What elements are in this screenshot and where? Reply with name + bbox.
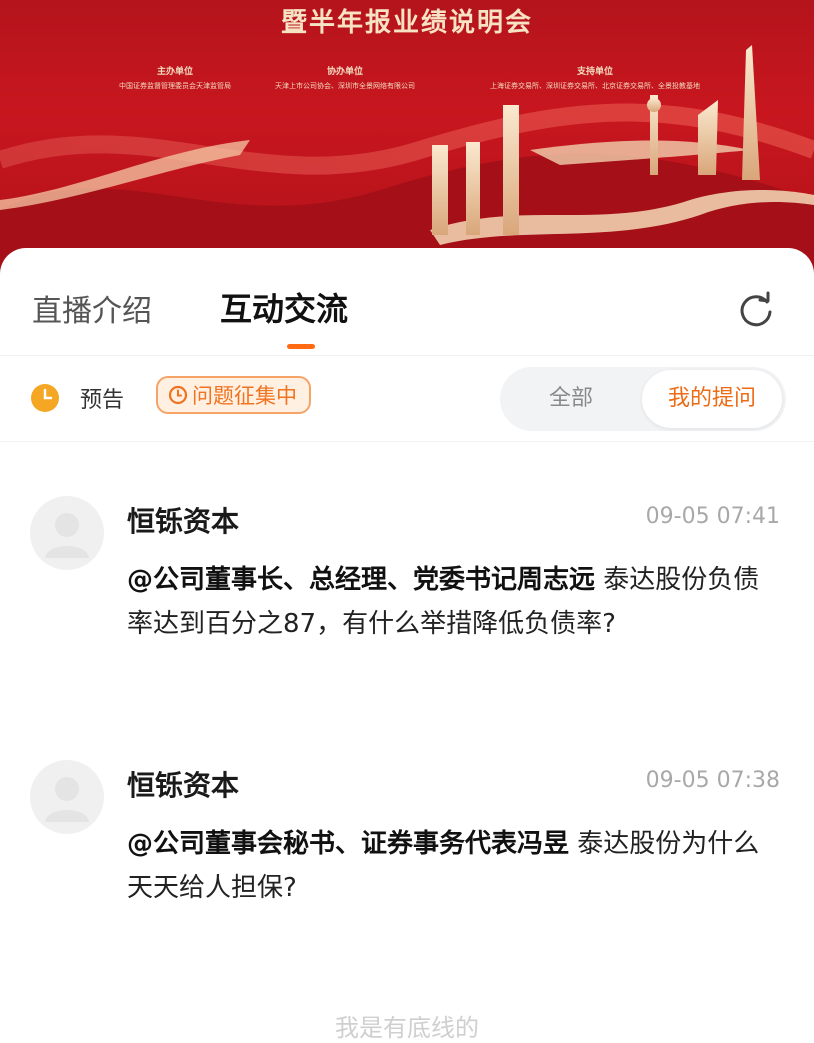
active-tab-indicator <box>287 344 315 349</box>
organizer-names: 中国证券监督管理委员会天津监管局 <box>119 82 231 90</box>
organizer-role: 支持单位 <box>576 67 613 77</box>
user-avatar-icon <box>45 777 89 822</box>
event-banner: 暨半年报业绩说明会 主办单位 中国证券监督管理委员会天津监管局 协办单位 天津上… <box>0 0 814 280</box>
status-row: 预告 问题征集中 全部 我的提问 <box>0 356 814 442</box>
refresh-icon[interactable] <box>736 290 776 330</box>
organizer-names: 上海证券交易所、深圳证券交易所、北京证券交易所、全景投教基地 <box>490 82 700 90</box>
message-body: @公司董事会秘书、证券事务代表冯昱 泰达股份为什么天天给人担保? <box>127 822 767 910</box>
message-author: 恒铄资本 <box>127 505 240 538</box>
avatar <box>30 496 104 570</box>
content-card: 直播介绍 互动交流 预告 问题征集中 全部 我的提问 恒铄资本 09-05 07… <box>0 248 814 1042</box>
message-mention[interactable]: @公司董事会秘书、证券事务代表冯昱 <box>127 829 569 859</box>
status-badge: 问题征集中 <box>156 376 311 414</box>
avatar <box>30 760 104 834</box>
clock-icon <box>168 385 188 405</box>
clock-icon <box>31 384 59 412</box>
organizer-role: 主办单位 <box>156 67 193 77</box>
message-time: 09-05 07:38 <box>645 768 780 793</box>
user-avatar-icon <box>45 513 89 558</box>
organizer-support: 支持单位 上海证券交易所、深圳证券交易所、北京证券交易所、全景投教基地 <box>455 64 735 91</box>
tab-live-intro[interactable]: 直播介绍 <box>32 286 152 330</box>
tab-bar: 直播介绍 互动交流 <box>0 248 814 356</box>
organizer-role: 协办单位 <box>326 67 363 77</box>
message-author: 恒铄资本 <box>127 769 240 802</box>
list-item: 恒铄资本 09-05 07:41 @公司董事长、总经理、党委书记周志远 泰达股份… <box>0 496 814 696</box>
question-filter: 全部 我的提问 <box>500 367 786 431</box>
status-badge-label: 问题征集中 <box>192 384 297 408</box>
filter-all-button[interactable]: 全部 <box>500 367 642 431</box>
banner-skyline-illustration <box>0 45 814 280</box>
banner-title: 暨半年报业绩说明会 <box>280 8 533 38</box>
organizer-co: 协办单位 天津上市公司协会、深圳市全景网络有限公司 <box>250 64 440 91</box>
end-of-list-text: 我是有底线的 <box>335 1014 479 1042</box>
message-time: 09-05 07:41 <box>645 504 780 529</box>
message-mention[interactable]: @公司董事长、总经理、党委书记周志远 <box>127 565 595 595</box>
filter-my-questions-button[interactable]: 我的提问 <box>642 370 782 428</box>
list-item: 恒铄资本 09-05 07:38 @公司董事会秘书、证券事务代表冯昱 泰达股份为… <box>0 760 814 930</box>
tab-interaction[interactable]: 互动交流 <box>220 284 348 330</box>
organizer-host: 主办单位 中国证券监督管理委员会天津监管局 <box>80 64 270 91</box>
message-body: @公司董事长、总经理、党委书记周志远 泰达股份负债率达到百分之87，有什么举措降… <box>127 558 767 646</box>
organizer-names: 天津上市公司协会、深圳市全景网络有限公司 <box>275 82 415 90</box>
preview-label: 预告 <box>80 388 125 413</box>
